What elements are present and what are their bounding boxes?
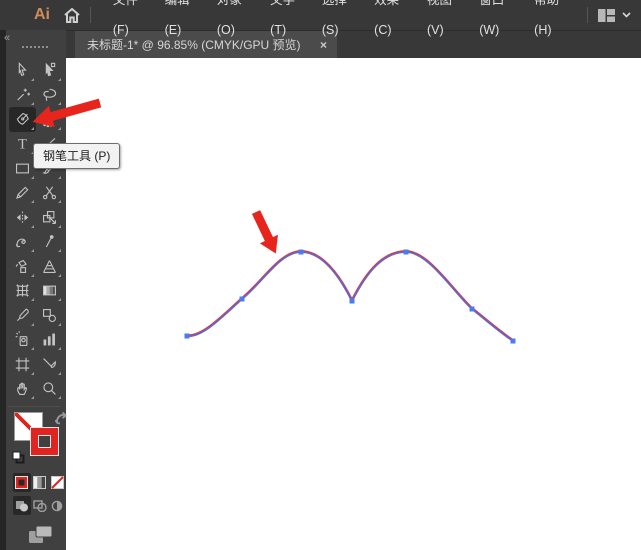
mesh-tool[interactable] (9, 279, 36, 304)
menubar-divider (90, 7, 91, 23)
type-tool[interactable]: T (9, 132, 36, 157)
puppet-warp-tool[interactable] (36, 230, 63, 255)
artboard-tool[interactable] (9, 352, 36, 377)
magic-wand-tool[interactable] (9, 83, 36, 108)
tools-panel-header: « (4, 30, 66, 58)
swap-fill-stroke-icon[interactable] (54, 411, 68, 430)
gradient-tool[interactable] (36, 279, 63, 304)
default-fill-stroke-icon[interactable] (12, 451, 25, 469)
anchor-point[interactable] (239, 296, 245, 302)
anchor-point[interactable] (184, 333, 190, 339)
fill-stroke-controls (6, 411, 68, 469)
draw-inside-button[interactable] (48, 496, 66, 515)
chevron-down-icon[interactable] (622, 12, 631, 18)
anchor-point[interactable] (298, 249, 304, 255)
eyedropper-tool[interactable] (9, 303, 36, 328)
menu-effect[interactable]: 效果(C) (364, 0, 417, 45)
workspace-switcher-icon[interactable] (598, 8, 615, 22)
stroke-swatch-hole (38, 435, 51, 448)
menu-file[interactable]: 文件(F) (103, 0, 155, 45)
screen-mode-button[interactable] (28, 525, 66, 549)
menubar-divider (587, 7, 588, 23)
selection-tool[interactable] (9, 58, 36, 83)
panel-drag-handle[interactable] (22, 46, 48, 48)
none-button[interactable] (48, 473, 66, 492)
path-selection-highlight[interactable] (186, 251, 514, 342)
menu-help[interactable]: 帮助(H) (524, 0, 577, 45)
toolbar-divider (8, 406, 60, 407)
menu-edit[interactable]: 编辑(E) (155, 0, 207, 45)
scissors-tool[interactable] (36, 181, 63, 206)
tools-panel: « T (0, 30, 68, 550)
curvature-tool[interactable] (36, 107, 63, 132)
collapse-panel-icon[interactable]: « (4, 32, 10, 44)
appearance-buttons (13, 473, 66, 492)
menu-object[interactable]: 对象(O) (207, 0, 260, 45)
drawing-mode-buttons (13, 496, 66, 515)
tool-grid: T (6, 58, 66, 401)
perspective-grid-tool[interactable] (36, 254, 63, 279)
draw-behind-button[interactable] (31, 496, 49, 515)
blend-tool[interactable] (36, 303, 63, 328)
menu-select[interactable]: 选择(S) (312, 0, 364, 45)
hand-tool[interactable] (9, 377, 36, 402)
menu-window[interactable]: 窗口(W) (469, 0, 524, 45)
live-paint-bucket-tool[interactable] (9, 254, 36, 279)
stroke-color-swatch[interactable] (30, 427, 59, 456)
pen-tool-tooltip: 钢笔工具 (P) (33, 143, 121, 169)
shaper-tool[interactable] (9, 181, 36, 206)
illustrator-logo[interactable]: Ai (34, 6, 50, 24)
rectangle-tool[interactable] (9, 156, 36, 181)
lasso-tool[interactable] (36, 83, 63, 108)
menu-type[interactable]: 文字(T) (260, 0, 312, 45)
direct-selection-tool[interactable] (36, 58, 63, 83)
anchor-point[interactable] (403, 249, 409, 255)
menubar: Ai 文件(F) 编辑(E) 对象(O) 文字(T) 选择(S) 效果(C) 视图(V) 窗口… (0, 0, 641, 37)
column-graph-tool[interactable] (36, 328, 63, 353)
anchor-point[interactable] (469, 306, 475, 312)
zoom-tool[interactable] (36, 377, 63, 402)
symbol-sprayer-tool[interactable] (9, 328, 36, 353)
slice-tool[interactable] (36, 352, 63, 377)
gradient-button[interactable] (31, 473, 49, 492)
anchor-point[interactable] (510, 338, 516, 344)
free-transform-tool[interactable] (36, 205, 63, 230)
menubar-right (577, 7, 631, 23)
width-tool[interactable] (9, 205, 36, 230)
menu-list: 文件(F) 编辑(E) 对象(O) 文字(T) 选择(S) 效果(C) 视图(V) 窗口(W)… (103, 0, 577, 45)
warp-tool[interactable] (9, 230, 36, 255)
anchor-point[interactable] (349, 298, 355, 304)
artboard-canvas[interactable] (66, 58, 641, 550)
draw-normal-button[interactable] (13, 496, 31, 515)
pen-path-drawing (184, 249, 516, 344)
home-icon[interactable] (64, 7, 80, 23)
pen-tool[interactable] (9, 107, 36, 132)
menu-view[interactable]: 视图(V) (417, 0, 469, 45)
color-button[interactable] (13, 473, 31, 492)
illustrator-window: Ai 文件(F) 编辑(E) 对象(O) 文字(T) 选择(S) 效果(C) 视图(V) 窗口… (0, 0, 641, 550)
svg-text:T: T (18, 137, 27, 153)
